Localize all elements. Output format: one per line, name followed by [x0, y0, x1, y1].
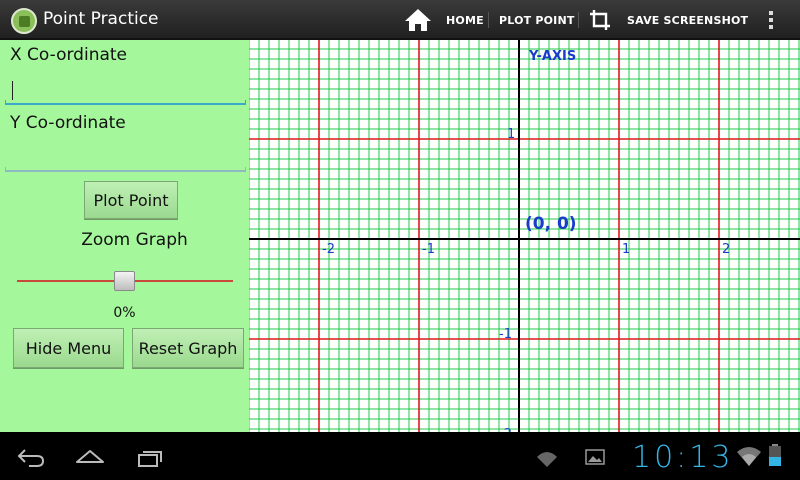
app-root: Point Practice HOME PLOT POINT SAVE SCRE… — [0, 0, 800, 480]
y-coordinate-label: Y Co-ordinate — [10, 113, 126, 133]
home-menu-item[interactable]: HOME — [404, 0, 484, 40]
zoom-value: 0% — [113, 305, 136, 321]
y-tick-label: 1 — [507, 127, 515, 142]
origin-label: (0, 0) — [525, 214, 577, 234]
system-navigation-bar: 10:13 — [0, 432, 800, 480]
x-coordinate-field[interactable] — [5, 77, 246, 105]
image-notification-icon — [585, 449, 605, 465]
plot-point-button[interactable]: Plot Point — [84, 181, 178, 219]
menu-divider — [578, 12, 579, 28]
menu-divider — [488, 12, 489, 28]
save-screenshot-label: SAVE SCREENSHOT — [627, 13, 749, 27]
home-nav-icon[interactable] — [75, 446, 105, 468]
x-tick-label: -2 — [322, 242, 335, 257]
system-clock: 10:13 — [632, 440, 734, 475]
plot-point-menu-item[interactable]: PLOT POINT — [499, 0, 575, 40]
control-panel: X Co-ordinate Y Co-ordinate Plot Point Z… — [0, 40, 249, 432]
y-coordinate-input[interactable] — [5, 144, 246, 170]
recent-apps-icon[interactable] — [137, 446, 165, 468]
battery-icon — [769, 444, 781, 466]
text-cursor — [12, 81, 13, 100]
x-tick-label: 1 — [622, 242, 630, 257]
x-tick-label: 2 — [722, 242, 730, 257]
graph-area[interactable]: -2-1121-1-2Y-AXIS(0, 0) — [249, 40, 800, 432]
reset-graph-button[interactable]: Reset Graph — [132, 328, 244, 368]
wifi-icon — [737, 447, 761, 466]
hide-menu-button[interactable]: Hide Menu — [13, 328, 124, 368]
home-icon — [405, 9, 431, 31]
crop-icon — [590, 10, 610, 30]
notification-icon — [537, 452, 557, 467]
overflow-menu-icon[interactable] — [768, 11, 774, 31]
x-coordinate-label: X Co-ordinate — [10, 45, 128, 65]
y-tick-label: -1 — [499, 327, 512, 342]
plot-point-label: PLOT POINT — [499, 13, 575, 27]
action-bar: Point Practice HOME PLOT POINT SAVE SCRE… — [0, 0, 800, 40]
y-coordinate-field[interactable] — [5, 144, 246, 172]
app-title: Point Practice — [43, 9, 159, 29]
app-logo-icon[interactable] — [11, 8, 37, 34]
coordinate-grid[interactable]: -2-1121-1-2Y-AXIS(0, 0) — [249, 40, 800, 432]
zoom-graph-label: Zoom Graph — [81, 230, 188, 250]
y-axis-title: Y-AXIS — [528, 49, 576, 64]
zoom-slider-thumb[interactable] — [114, 271, 135, 291]
x-tick-label: -1 — [422, 242, 435, 257]
save-screenshot-menu-item[interactable]: SAVE SCREENSHOT — [589, 0, 748, 40]
home-label: HOME — [446, 13, 484, 27]
x-coordinate-input[interactable] — [5, 77, 246, 103]
back-icon[interactable] — [17, 446, 45, 468]
